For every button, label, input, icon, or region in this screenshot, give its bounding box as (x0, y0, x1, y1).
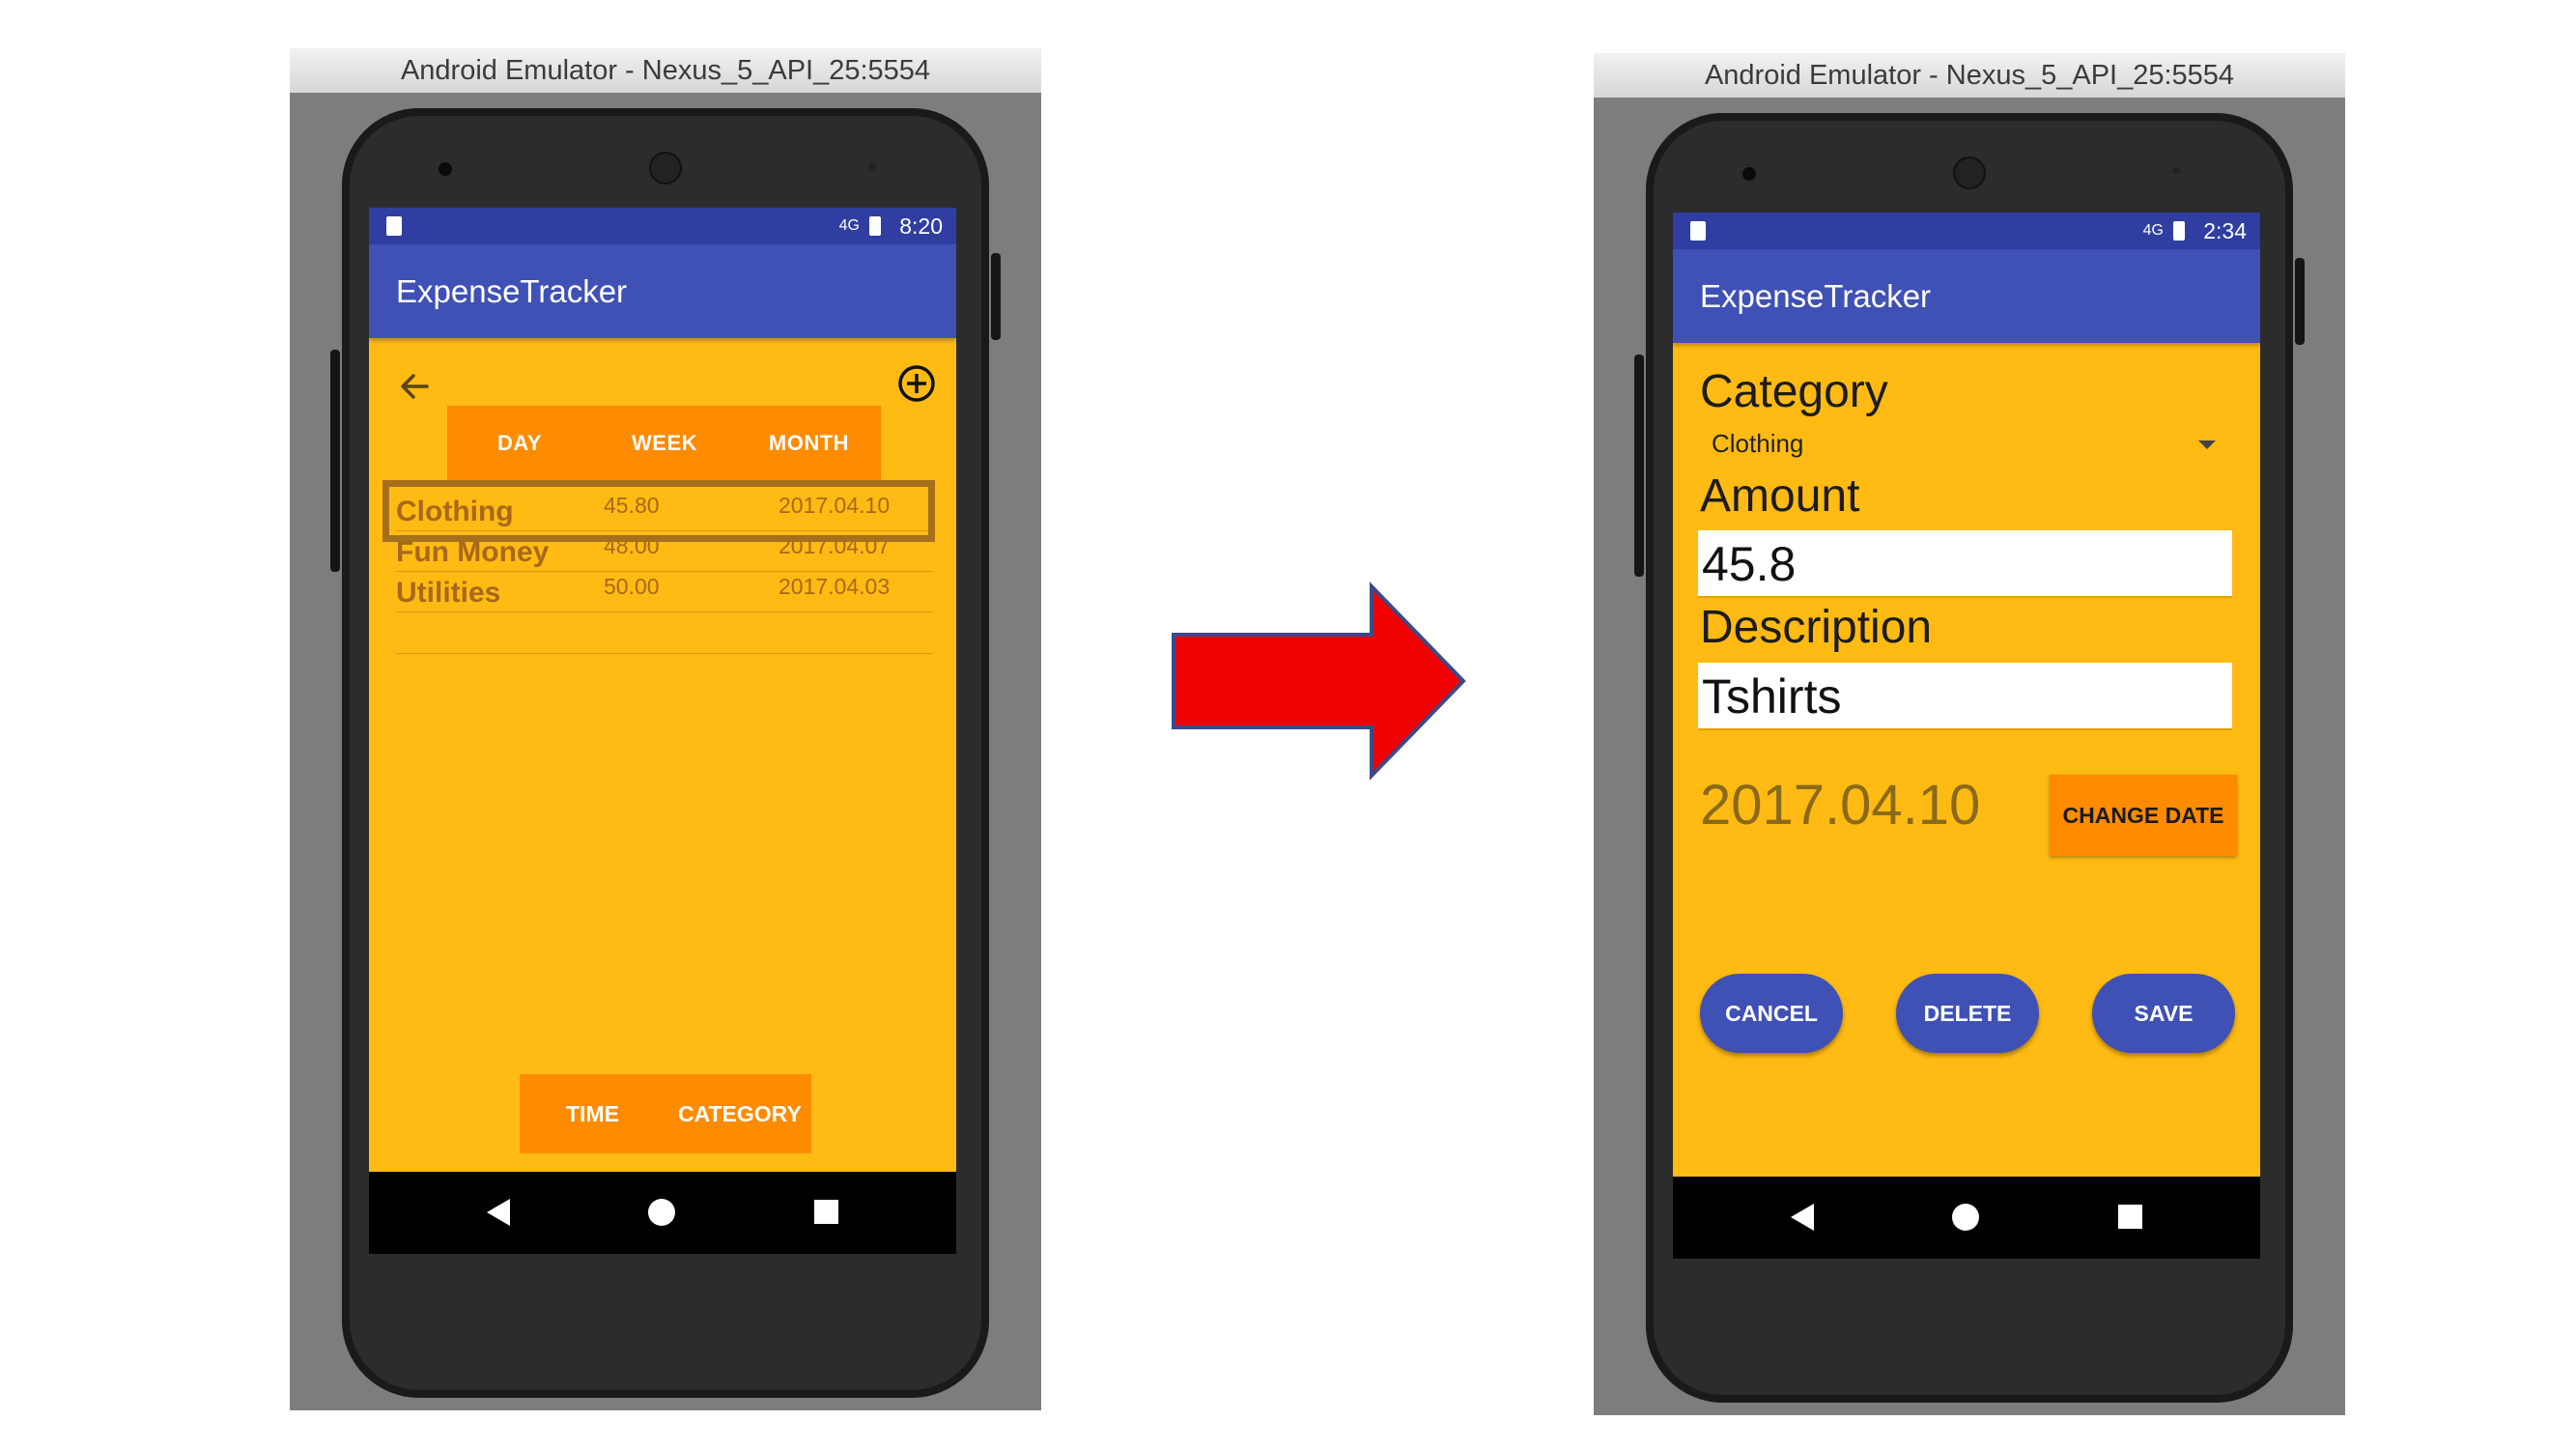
tab-day[interactable]: DAY (447, 406, 592, 480)
tab-time[interactable]: TIME (566, 1074, 619, 1153)
delete-button[interactable]: DELETE (1896, 974, 2039, 1053)
emulator-title-bar[interactable]: Android Emulator - Nexus_5_API_25:5554 (290, 48, 1041, 94)
sd-card-icon (1690, 221, 1706, 241)
back-arrow-icon[interactable] (396, 367, 435, 406)
save-button[interactable]: SAVE (2092, 974, 2235, 1053)
android-nav-bar (369, 1172, 956, 1254)
phone-frame: 4G 8:20 ExpenseTracker DAY WEEK MONTH Cl… (330, 108, 1001, 1398)
right-arrow-icon (1172, 582, 1466, 781)
battery-icon (2173, 221, 2185, 241)
nav-back-icon[interactable] (487, 1199, 510, 1226)
amount-input[interactable]: 45.8 (1698, 530, 2232, 598)
app-bar: ExpenseTracker (1673, 249, 2260, 343)
battery-icon (869, 216, 881, 236)
right-emulator-window: Android Emulator - Nexus_5_API_25:5554 4… (1594, 53, 2345, 1415)
expense-row[interactable]: Utilities 50.00 2017.04.03 (396, 571, 933, 612)
expense-amount: 50.00 (604, 574, 660, 599)
android-nav-bar (1673, 1177, 2260, 1259)
volume-button[interactable] (330, 350, 340, 572)
description-input[interactable]: Tshirts (1698, 663, 2232, 730)
phone-screen: 4G 2:34 ExpenseTracker Category Clothing… (1673, 213, 2260, 1259)
expense-category: Utilities (396, 577, 501, 609)
front-camera-icon (439, 162, 452, 176)
change-date-button[interactable]: CHANGE DATE (2050, 775, 2237, 856)
app-bar: ExpenseTracker (369, 244, 956, 338)
category-value: Clothing (1712, 429, 1804, 458)
speaker-grille-icon (649, 152, 682, 185)
description-value: Tshirts (1702, 669, 1842, 724)
expense-date: 2017.04.03 (778, 574, 891, 599)
signal-icon: 4G (838, 217, 860, 234)
app-title: ExpenseTracker (396, 273, 628, 309)
volume-button[interactable] (1634, 355, 1644, 577)
status-bar: 4G 2:34 (1673, 213, 2260, 249)
phone-frame: 4G 2:34 ExpenseTracker Category Clothing… (1634, 113, 2305, 1403)
front-camera-icon (1742, 167, 1756, 181)
add-circle-icon[interactable] (895, 362, 938, 405)
power-button[interactable] (2295, 258, 2305, 345)
signal-icon: 4G (2142, 222, 2164, 239)
date-display: 2017.04.10 (1700, 774, 1981, 837)
period-tab-bar: DAY WEEK MONTH (447, 406, 881, 480)
app-title: ExpenseTracker (1700, 278, 1932, 314)
amount-value: 45.8 (1702, 537, 1797, 591)
status-time: 2:34 (2203, 218, 2247, 243)
sensor-icon (2172, 167, 2180, 175)
description-label: Description (1700, 602, 1933, 653)
tab-category[interactable]: CATEGORY (678, 1074, 802, 1153)
speaker-grille-icon (1953, 156, 1986, 189)
emulator-title-bar[interactable]: Android Emulator - Nexus_5_API_25:5554 (1594, 53, 2345, 99)
category-spinner[interactable]: Clothing (1700, 425, 2237, 464)
status-time: 8:20 (899, 213, 943, 239)
nav-back-icon[interactable] (1791, 1204, 1814, 1231)
sensor-icon (868, 162, 876, 170)
group-by-bar: TIME CATEGORY (520, 1074, 811, 1153)
nav-home-icon[interactable] (1952, 1204, 1979, 1231)
emulator-body: 4G 8:20 ExpenseTracker DAY WEEK MONTH Cl… (290, 93, 1041, 1410)
left-emulator-window: Android Emulator - Nexus_5_API_25:5554 4… (290, 48, 1041, 1410)
status-bar: 4G 8:20 (369, 208, 956, 244)
dropdown-triangle-icon (2198, 440, 2216, 449)
sd-card-icon (386, 216, 402, 236)
tab-week[interactable]: WEEK (592, 406, 737, 480)
emulator-body: 4G 2:34 ExpenseTracker Category Clothing… (1594, 98, 2345, 1415)
tab-month[interactable]: MONTH (737, 406, 881, 480)
amount-label: Amount (1700, 470, 1860, 522)
power-button[interactable] (991, 253, 1001, 340)
nav-recents-icon[interactable] (2118, 1205, 2142, 1229)
selected-row-highlight (382, 480, 935, 542)
cancel-button[interactable]: CANCEL (1700, 974, 1843, 1053)
nav-home-icon[interactable] (648, 1199, 675, 1226)
phone-screen: 4G 8:20 ExpenseTracker DAY WEEK MONTH Cl… (369, 208, 956, 1254)
list-divider (396, 653, 933, 654)
category-label: Category (1700, 366, 1888, 417)
nav-recents-icon[interactable] (814, 1200, 838, 1224)
